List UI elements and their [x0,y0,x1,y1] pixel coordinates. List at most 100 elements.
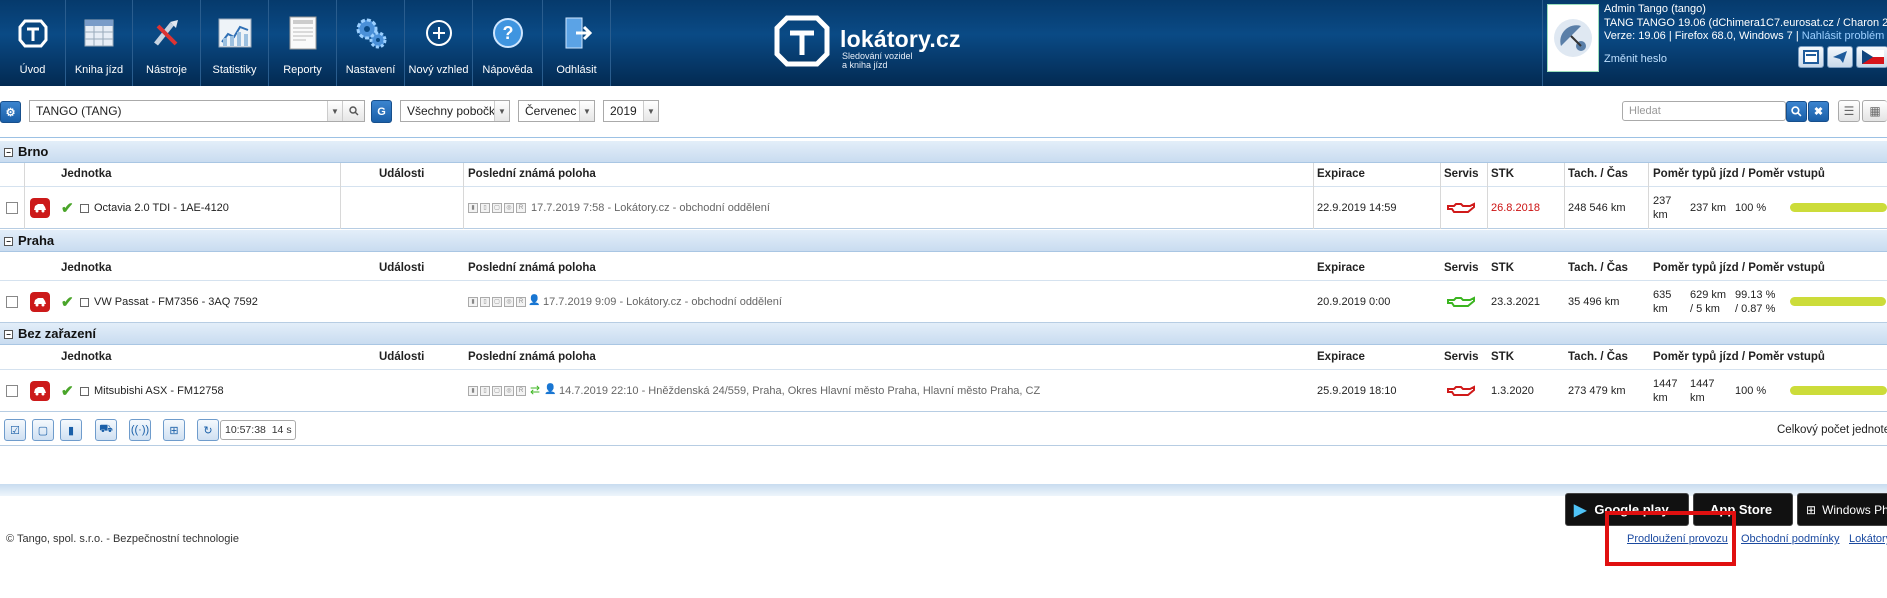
col-location[interactable]: Poslední známá poloha [468,351,596,363]
location-text[interactable]: 14.7.2019 22:10 - Hněždenská 24/559, Pra… [559,385,1040,397]
search-input[interactable] [1622,101,1786,121]
vehicle-button[interactable]: ⛟ [95,419,117,441]
col-unit[interactable]: Jednotka [61,262,112,274]
col-events[interactable]: Události [379,168,424,180]
group-button[interactable]: G [371,100,392,123]
nav-statistics[interactable]: Statistiky [201,0,269,86]
month-select[interactable]: Červenec ▼ [518,100,595,122]
gears-icon [351,13,391,53]
change-password-link[interactable]: Změnit heslo [1604,53,1667,65]
grid-view-button[interactable]: ▦ [1862,100,1887,122]
location-text[interactable]: 17.7.2019 9:09 - Lokátory.cz - obchodní … [543,296,782,308]
unit-square-icon [80,281,89,323]
message-button[interactable] [1827,46,1853,68]
deselect-button[interactable]: ▢ [32,419,54,441]
avatar [1547,4,1599,72]
windows-phone-button[interactable]: ⊞Windows Phone [1797,493,1887,526]
col-tach[interactable]: Tach. / Čas [1568,168,1628,180]
table-row[interactable]: ✔ Mitsubishi ASX - FM12758 ▮ ▯ ▢ ◎ R ⇄ 👤 14.7.… [0,370,1887,412]
col-location[interactable]: Poslední známá poloha [468,168,596,180]
footer-link-terms[interactable]: Obchodní podmínky [1741,533,1839,545]
year-select[interactable]: 2019 ▼ [603,100,659,122]
r-icon: R [516,386,526,396]
col-service[interactable]: Servis [1444,168,1479,180]
search-icon[interactable] [342,101,364,121]
service-oil-icon [1446,187,1476,229]
refresh-button[interactable]: ↻ [197,419,219,441]
col-events[interactable]: Události [379,351,424,363]
status-check-icon: ✔ [61,200,74,217]
col-service[interactable]: Servis [1444,351,1479,363]
select-all-button[interactable]: ☑ [4,419,26,441]
col-expiry[interactable]: Expirace [1317,168,1365,180]
service-oil-icon [1446,370,1476,412]
col-expiry[interactable]: Expirace [1317,351,1365,363]
col-unit[interactable]: Jednotka [61,168,112,180]
table-row[interactable]: ✔ VW Passat - FM7356 - 3AQ 7592 ▮ ▯ ▢ ◎ R 👤 1… [0,281,1887,323]
satellite-dish-icon [1554,19,1592,57]
nav-new-look[interactable]: Nový vzhled [405,0,473,86]
collapse-icon[interactable]: − [4,237,13,246]
language-button[interactable] [1856,46,1887,68]
col-location[interactable]: Poslední známá poloha [468,262,596,274]
col-events[interactable]: Události [379,262,424,274]
service-oil-icon [1446,281,1476,323]
location-text[interactable]: 17.7.2019 7:58 - Lokátory.cz - obchodní … [531,202,770,214]
col-stk[interactable]: STK [1491,168,1514,180]
gps-icon: ◎ [504,203,514,213]
nav-logout[interactable]: Odhlásit [543,0,611,86]
nav-tools[interactable]: Nástroje [133,0,201,86]
brand-logo[interactable]: lokátory.cz Sledování vozidel a kniha jíz… [773,12,983,72]
col-ratio[interactable]: Poměr typů jízd / Poměr vstupů [1653,168,1825,180]
broadcast-button[interactable]: ((·)) [129,419,151,441]
nav-reports[interactable]: Reporty [269,0,337,86]
help-icon: ? [488,13,528,53]
settings-button[interactable]: ⚙ [0,101,21,123]
screen-button[interactable] [1798,46,1824,68]
nav-logbook[interactable]: Kniha jízd [66,0,133,86]
vehicle-select[interactable]: TANGO (TANG) ▼ [29,100,365,122]
group-header[interactable]: − Bez zařazení [0,323,1887,345]
col-tach[interactable]: Tach. / Čas [1568,262,1628,274]
list-view-button[interactable]: ☰ [1838,100,1860,122]
col-stk[interactable]: STK [1491,262,1514,274]
unit-name[interactable]: Octavia 2.0 TDI - 1AE-4120 [94,187,229,229]
checkbox-icon: ☑ [10,424,20,437]
table-row[interactable]: ✔ Octavia 2.0 TDI - 1AE-4120 ▮ ▯ ▢ ◎ R 17.7.… [0,187,1887,229]
col-ratio[interactable]: Poměr typů jízd / Poměr vstupů [1653,351,1825,363]
col-unit[interactable]: Jednotka [61,351,112,363]
row-checkbox[interactable] [6,187,18,229]
col-stk[interactable]: STK [1491,351,1514,363]
signal-button[interactable]: ▮ [60,419,82,441]
filter-bar: ⚙ TANGO (TANG) ▼ G Všechny pobočky ▼ Čer… [0,96,1887,128]
collapse-icon[interactable]: − [4,148,13,157]
col-expiry[interactable]: Expirace [1317,262,1365,274]
unit-name[interactable]: VW Passat - FM7356 - 3AQ 7592 [94,281,258,323]
vehicle-icon: ⛟ [99,423,113,435]
col-ratio[interactable]: Poměr typů jízd / Poměr vstupů [1653,262,1825,274]
col-tach[interactable]: Tach. / Čas [1568,351,1628,363]
group-header[interactable]: − Brno [0,141,1887,163]
unit-square-icon [80,187,89,229]
nav-label: Nástroje [146,64,187,76]
search-button[interactable] [1786,101,1807,122]
unit-name[interactable]: Mitsubishi ASX - FM12758 [94,370,224,412]
group-header[interactable]: − Praha [0,230,1887,252]
col-service[interactable]: Servis [1444,262,1479,274]
nav-settings[interactable]: Nastavení [337,0,405,86]
nav-help[interactable]: ? Nápověda [473,0,543,86]
nav-label: Nový vzhled [408,64,469,76]
row-checkbox[interactable] [6,370,18,412]
tach-value: 248 546 km [1568,202,1626,214]
nav-home[interactable]: Úvod [0,0,66,86]
ratio-km: 635 km [1653,289,1672,315]
footer-link-lokatory[interactable]: Lokátory [1849,533,1887,545]
logout-icon [557,13,597,53]
row-checkbox[interactable] [6,281,18,323]
clear-search-button[interactable]: ✖ [1808,101,1829,122]
collapse-icon[interactable]: − [4,330,13,339]
report-problem-link[interactable]: Nahlásit problém [1802,30,1885,42]
grid-button[interactable]: ⊞ [163,419,185,441]
branch-select[interactable]: Všechny pobočky ▼ [400,100,510,122]
input-icon: ▢ [492,297,502,307]
